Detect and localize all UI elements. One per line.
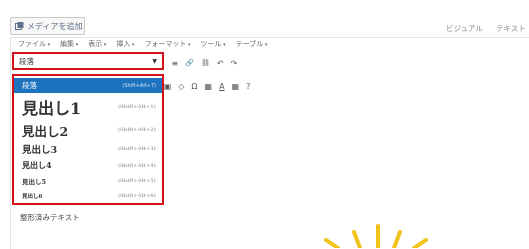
format-option-h3[interactable]: 見出し3 (Shift+Alt+3) (14, 141, 162, 157)
help-icon[interactable]: ? (246, 82, 250, 91)
link-icon[interactable]: 🔗 (185, 59, 194, 67)
eraser-icon[interactable]: ◇ (178, 82, 184, 91)
format-option-label: 見出し5 (22, 178, 47, 186)
media-icon (15, 21, 24, 31)
format-option-label: 見出し6 (22, 193, 43, 200)
format-option-shortcut: (Shift+Alt+1) (117, 104, 156, 110)
format-option-label: 段落 (22, 81, 37, 90)
format-option-h2[interactable]: 見出し2 (Shift+Alt+2) (14, 120, 162, 140)
menu-tools[interactable]: ツール (201, 39, 226, 51)
format-option-shortcut: (Shift+Alt+5) (117, 178, 156, 184)
special-char-icon[interactable]: Ω (191, 82, 197, 91)
redo-icon[interactable]: ↷ (231, 59, 238, 68)
unlink-icon[interactable]: ⛓ (201, 59, 210, 67)
menu-insert[interactable]: 挿入 (116, 39, 134, 51)
format-option-preformatted[interactable]: 整形済みテキスト (20, 212, 80, 223)
menu-view[interactable]: 表示 (88, 39, 106, 51)
menu-edit[interactable]: 編集 (60, 39, 78, 51)
add-media-label: メディアを追加 (27, 21, 83, 31)
tab-visual[interactable]: ビジュアル (446, 20, 488, 36)
format-option-label: 見出し1 (22, 99, 82, 118)
chevron-down-icon: ▼ (152, 57, 157, 65)
menu-table[interactable]: テーブル (236, 39, 268, 51)
format-option-label: 見出し2 (22, 123, 69, 139)
table-insert-icon[interactable]: ▦ (232, 82, 240, 91)
format-option-paragraph[interactable]: 段落 (Shift+Alt+7) (14, 78, 162, 93)
format-option-h6[interactable]: 見出し6 (Shift+Alt+6) (14, 189, 162, 202)
format-option-shortcut: (Shift+Alt+2) (117, 127, 156, 133)
format-option-shortcut: (Shift+Alt+4) (117, 162, 156, 169)
format-option-h4[interactable]: 見出し4 (Shift+Alt+4) (14, 158, 162, 173)
undo-icon[interactable]: ↶ (217, 59, 224, 68)
format-option-h1[interactable]: 見出し1 (Shift+Alt+1) (14, 95, 162, 119)
format-dropdown: 段落 (Shift+Alt+7) 見出し1 (Shift+Alt+1) 見出し2… (12, 74, 164, 205)
format-select[interactable]: 段落 ▼ (12, 52, 164, 70)
format-select-value: 段落 (19, 56, 34, 66)
table-icon[interactable]: ▦ (205, 82, 213, 91)
add-media-button[interactable]: メディアを追加 (10, 17, 85, 35)
burst-decoration (324, 224, 428, 248)
format-option-shortcut: (Shift+Alt+7) (122, 82, 156, 89)
editor-menubar: ファイル 編集 表示 挿入 フォーマット ツール テーブル (18, 39, 267, 51)
format-option-shortcut: (Shift+Alt+6) (117, 192, 156, 199)
text-color-icon[interactable]: A (219, 82, 224, 91)
align-right-button[interactable]: ≡ (172, 59, 179, 68)
format-option-label: 見出し3 (22, 145, 58, 156)
insert-media-icon[interactable]: ▣ (164, 82, 172, 91)
menu-file[interactable]: ファイル (18, 39, 50, 51)
format-option-h5[interactable]: 見出し5 (Shift+Alt+5) (14, 174, 162, 188)
tab-text[interactable]: テキスト (496, 20, 529, 36)
toolbar-row-2: ≡ ▣ ◇ Ω ▦ A ▦ ? (150, 79, 250, 93)
format-option-shortcut: (Shift+Alt+3) (117, 146, 156, 152)
menu-format[interactable]: フォーマット (144, 39, 190, 51)
format-option-label: 見出し4 (22, 160, 52, 170)
